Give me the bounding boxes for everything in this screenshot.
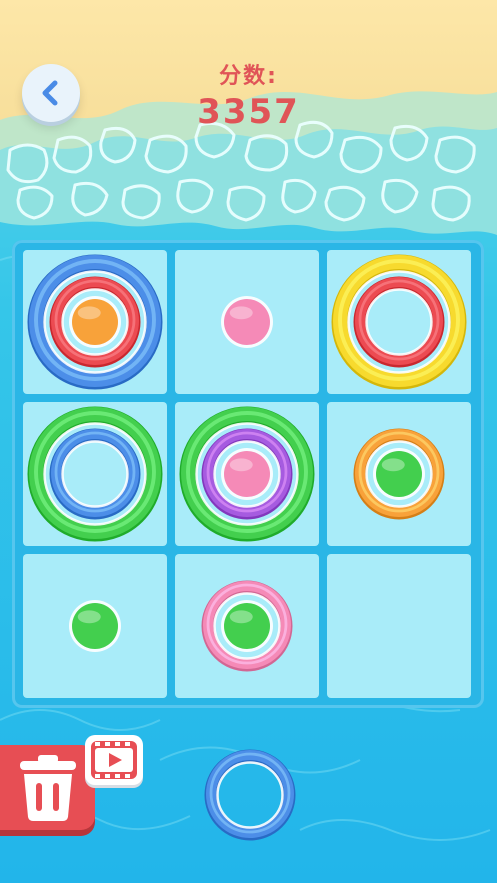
blue-medium-ring <box>49 428 141 520</box>
pink-small-peg <box>221 296 273 348</box>
board-cell-r2-c2[interactable] <box>175 402 319 546</box>
score-label: 分数: <box>219 64 278 89</box>
green-small-peg <box>373 448 425 500</box>
green-small-peg <box>69 600 121 652</box>
score-display: 分数: 3357 <box>0 58 497 132</box>
cell-pieces <box>221 296 273 348</box>
cell-pieces <box>327 554 471 698</box>
board-cell-r3-c2[interactable] <box>175 554 319 698</box>
video-ad-icon <box>91 741 137 779</box>
cell-pieces <box>353 428 445 520</box>
game-board <box>12 240 484 708</box>
pink-small-peg <box>221 448 273 500</box>
board-cell-r1-c3[interactable] <box>327 250 471 394</box>
red-medium-ring <box>353 276 445 368</box>
cell-pieces <box>331 254 467 390</box>
watch-video-button[interactable] <box>85 735 143 785</box>
cell-pieces <box>69 600 121 652</box>
next-piece[interactable] <box>200 745 300 849</box>
board-cell-r2-c1[interactable] <box>23 402 167 546</box>
cell-pieces <box>179 406 315 542</box>
orange-small-peg <box>69 296 121 348</box>
board-cell-r2-c3[interactable] <box>327 402 471 546</box>
board-cell-r1-c1[interactable] <box>23 250 167 394</box>
trash-button[interactable] <box>0 745 95 830</box>
cell-pieces <box>27 406 163 542</box>
game-screen: 分数: 3357 <box>0 0 497 883</box>
blue-medium-ring <box>204 749 296 841</box>
next-piece-rings <box>204 749 296 841</box>
cell-pieces <box>27 254 163 390</box>
board-cell-r1-c2[interactable] <box>175 250 319 394</box>
board-cell-r3-c1[interactable] <box>23 554 167 698</box>
green-small-peg <box>221 600 273 652</box>
board-cell-r3-c3[interactable] <box>327 554 471 698</box>
trash-icon <box>20 755 76 821</box>
cell-pieces <box>201 580 293 672</box>
score-value: 3357 <box>197 92 300 132</box>
